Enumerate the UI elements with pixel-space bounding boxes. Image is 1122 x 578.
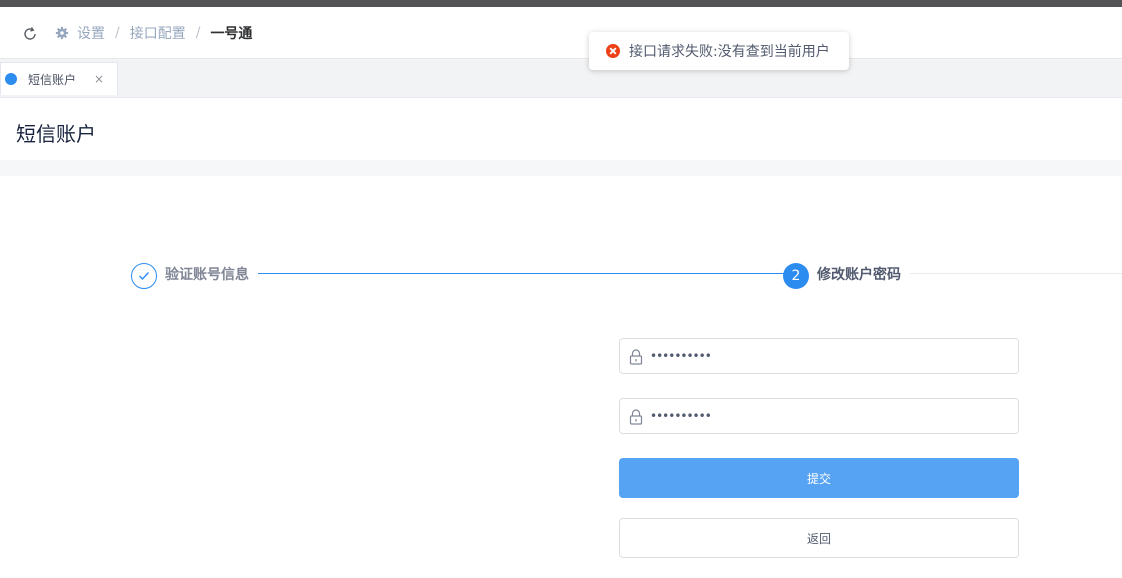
section-divider: [0, 160, 1122, 176]
password-input[interactable]: [650, 340, 1010, 372]
step-title-change-password: 修改账户密码: [817, 267, 901, 283]
step-title-verify: 验证账号信息: [165, 267, 249, 283]
check-icon: [139, 272, 150, 281]
active-dot-icon: [5, 73, 17, 85]
breadcrumb-separator: /: [115, 25, 120, 41]
breadcrumb: 设置 / 接口配置 / 一号通: [55, 23, 252, 43]
breadcrumb-item-settings[interactable]: 设置: [77, 23, 105, 43]
breadcrumb-item-api-config[interactable]: 接口配置: [130, 23, 186, 43]
step-finished-icon: [131, 263, 157, 289]
lock-icon: [629, 349, 643, 365]
header: 设置 / 接口配置 / 一号通: [0, 7, 1122, 59]
page-header: 短信账户: [0, 100, 1122, 160]
lock-icon: [629, 409, 643, 425]
confirm-password-field[interactable]: [619, 398, 1019, 434]
password-field[interactable]: [619, 338, 1019, 374]
submit-button[interactable]: 提交: [619, 458, 1019, 498]
confirm-password-input[interactable]: [650, 400, 1010, 432]
close-icon[interactable]: ×: [94, 72, 104, 86]
gear-icon: [55, 26, 69, 40]
tags-bar: 短信账户 ×: [0, 60, 1122, 98]
toast-message: 接口请求失败:没有查到当前用户: [629, 44, 830, 60]
step-number: 2: [783, 263, 809, 289]
tag-sms-account[interactable]: 短信账户 ×: [0, 62, 118, 95]
step-connector-done: [258, 273, 784, 274]
top-strip: [0, 0, 1122, 7]
error-icon: [606, 44, 620, 58]
steps: 验证账号信息 2 修改账户密码: [0, 260, 1122, 290]
refresh-icon[interactable]: [22, 26, 38, 42]
back-button[interactable]: 返回: [619, 518, 1019, 558]
breadcrumb-item-current: 一号通: [210, 26, 253, 42]
step-connector-pending: [910, 273, 1122, 274]
page-title: 短信账户: [16, 122, 96, 146]
tag-label: 短信账户: [28, 72, 77, 87]
error-toast: 接口请求失败:没有查到当前用户: [589, 32, 849, 70]
breadcrumb-separator: /: [195, 25, 201, 41]
